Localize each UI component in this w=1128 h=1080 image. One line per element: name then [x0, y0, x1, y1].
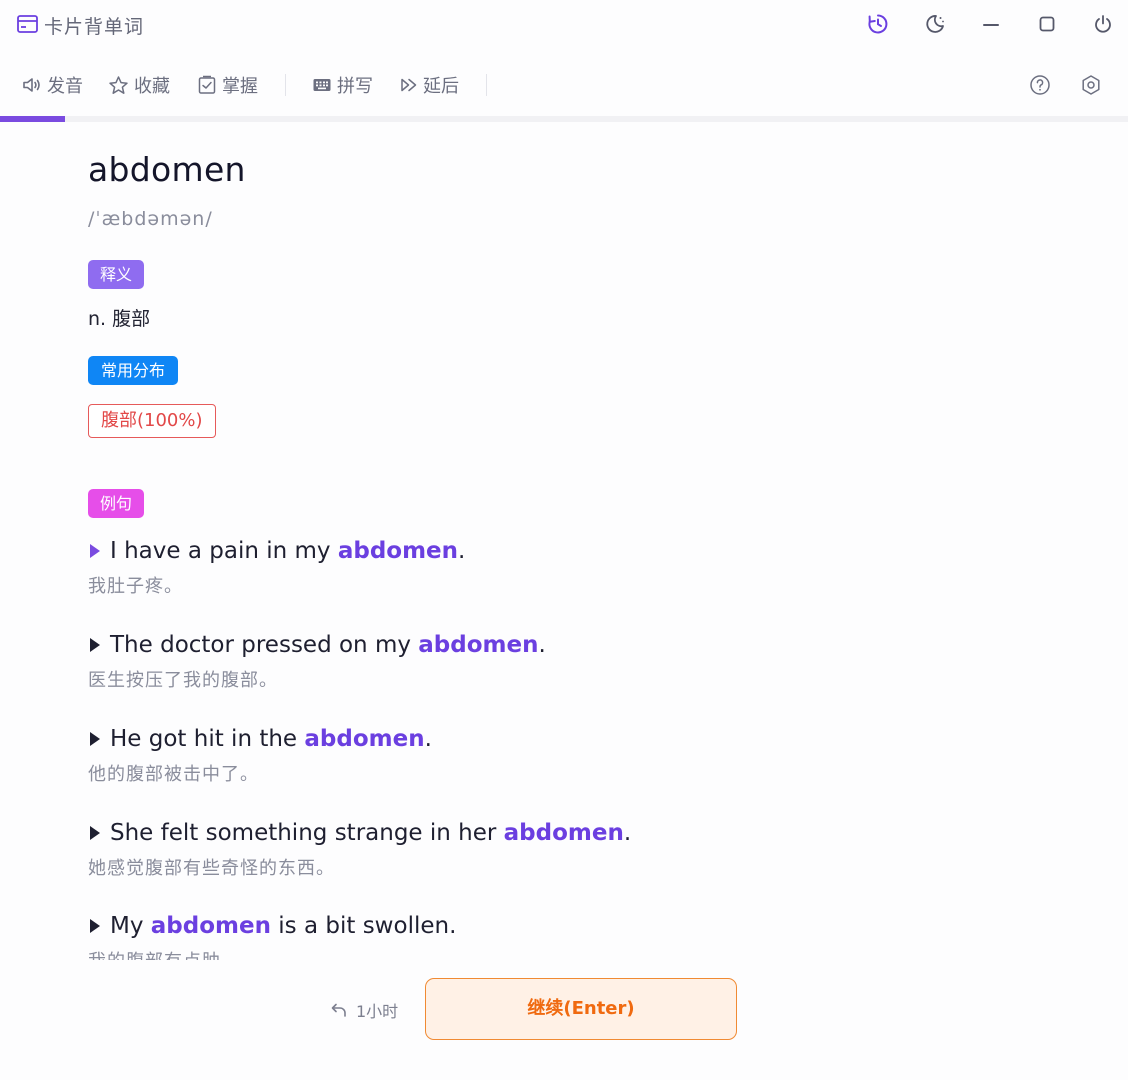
play-triangle-icon[interactable] [90, 544, 100, 558]
example-highlight-word: abdomen [304, 726, 425, 752]
example-text-pre: I have a pain in my [110, 538, 338, 564]
play-triangle-icon[interactable] [90, 826, 100, 840]
definition-text: n. 腹部 [88, 308, 151, 330]
card-icon [17, 15, 38, 33]
favorite-button[interactable]: 收藏 [108, 72, 170, 98]
example-sentence[interactable]: The doctor pressed on my abdomen. [88, 628, 1088, 662]
delay-hour-label: 1小时 [356, 1002, 399, 1021]
toolbar-divider [486, 74, 487, 96]
favorite-label: 收藏 [134, 76, 170, 97]
pronounce-button[interactable]: 发音 [22, 72, 83, 98]
history-clock-icon[interactable] [867, 13, 889, 35]
phonetic-text: /ˈæbdəmən/ [88, 208, 213, 230]
fast-forward-icon [401, 78, 417, 92]
settings-icon[interactable] [1079, 73, 1103, 97]
example-text-pre: The doctor pressed on my [110, 632, 419, 658]
master-button[interactable]: 掌握 [197, 72, 258, 98]
example-sentence[interactable]: He got hit in the abdomen. [88, 722, 1088, 756]
example-highlight-word: abdomen [150, 913, 271, 939]
app-title: 卡片背单词 [44, 16, 145, 38]
continue-button[interactable]: 继续(Enter) [425, 978, 737, 1040]
example-item: She felt something strange in her abdome… [88, 816, 1088, 880]
example-item: The doctor pressed on my abdomen. 医生按压了我… [88, 628, 1088, 692]
app-window: 卡片背单词 发音 收藏 掌握 拼写 延后 abdomen /ˈæbdəmən/ … [0, 0, 1128, 1080]
delay-button[interactable]: 延后 [400, 72, 459, 98]
example-item: I have a pain in my abdomen. 我肚子疼。 [88, 534, 1088, 598]
definition-tag: 释义 [88, 260, 145, 289]
example-text-pre: He got hit in the [110, 726, 305, 752]
examples-list: I have a pain in my abdomen. 我肚子疼。 The d… [88, 534, 1088, 960]
help-icon[interactable] [1028, 73, 1052, 97]
example-item: He got hit in the abdomen. 他的腹部被击中了。 [88, 722, 1088, 786]
play-triangle-icon[interactable] [90, 638, 100, 652]
example-translation: 医生按压了我的腹部。 [88, 670, 278, 691]
example-text-pre: She felt something strange in her [110, 820, 504, 846]
example-translation: 我肚子疼。 [88, 576, 183, 597]
action-toolbar: 发音 收藏 掌握 拼写 延后 [0, 64, 1128, 104]
progress-bar [0, 116, 1128, 122]
pronounce-label: 发音 [47, 76, 83, 97]
play-triangle-icon[interactable] [90, 919, 100, 933]
title-bar: 卡片背单词 [0, 0, 1128, 52]
delay-hour-button[interactable]: 1小时 [330, 998, 398, 1022]
maximize-icon[interactable] [1036, 13, 1058, 35]
spell-label: 拼写 [337, 76, 373, 97]
examples-tag: 例句 [88, 489, 145, 518]
toolbar-divider [285, 74, 286, 96]
speaker-icon [23, 78, 40, 92]
spell-button[interactable]: 拼写 [312, 72, 373, 98]
example-text-pre: My [110, 913, 151, 939]
moon-icon[interactable] [924, 13, 946, 35]
delay-label: 延后 [423, 76, 459, 97]
example-sentence[interactable]: I have a pain in my abdomen. [88, 534, 1088, 568]
star-icon [109, 75, 128, 94]
example-text-post: is a bit swollen. [270, 913, 457, 939]
example-highlight-word: abdomen [337, 538, 459, 564]
example-highlight-word: abdomen [503, 820, 624, 846]
clipboard-check-icon [198, 75, 216, 94]
example-sentence[interactable]: She felt something strange in her abdome… [88, 816, 1088, 850]
distribution-tag: 常用分布 [88, 356, 179, 385]
example-highlight-word: abdomen [418, 632, 539, 658]
minimize-icon[interactable] [980, 13, 1002, 35]
progress-fill [0, 116, 66, 122]
example-item: My abdomen is a bit swollen. 我的腹部有点肿。 [88, 909, 1088, 960]
example-sentence[interactable]: My abdomen is a bit swollen. [88, 909, 1088, 943]
example-translation: 她感觉腹部有些奇怪的东西。 [88, 858, 335, 879]
master-label: 掌握 [222, 76, 258, 97]
play-triangle-icon[interactable] [90, 732, 100, 746]
undo-arrow-icon [331, 1003, 346, 1017]
example-text-post: . [458, 538, 466, 564]
word-heading: abdomen [88, 150, 246, 189]
distribution-chip: 腹部(100%) [88, 404, 216, 438]
example-translation: 他的腹部被击中了。 [88, 764, 259, 785]
power-icon[interactable] [1092, 13, 1114, 35]
example-text-post: . [538, 632, 546, 658]
example-text-post: . [623, 820, 632, 846]
example-text-post: . [424, 726, 432, 752]
keyboard-icon [313, 79, 331, 91]
example-translation: 我的腹部有点肿。 [88, 947, 1088, 960]
